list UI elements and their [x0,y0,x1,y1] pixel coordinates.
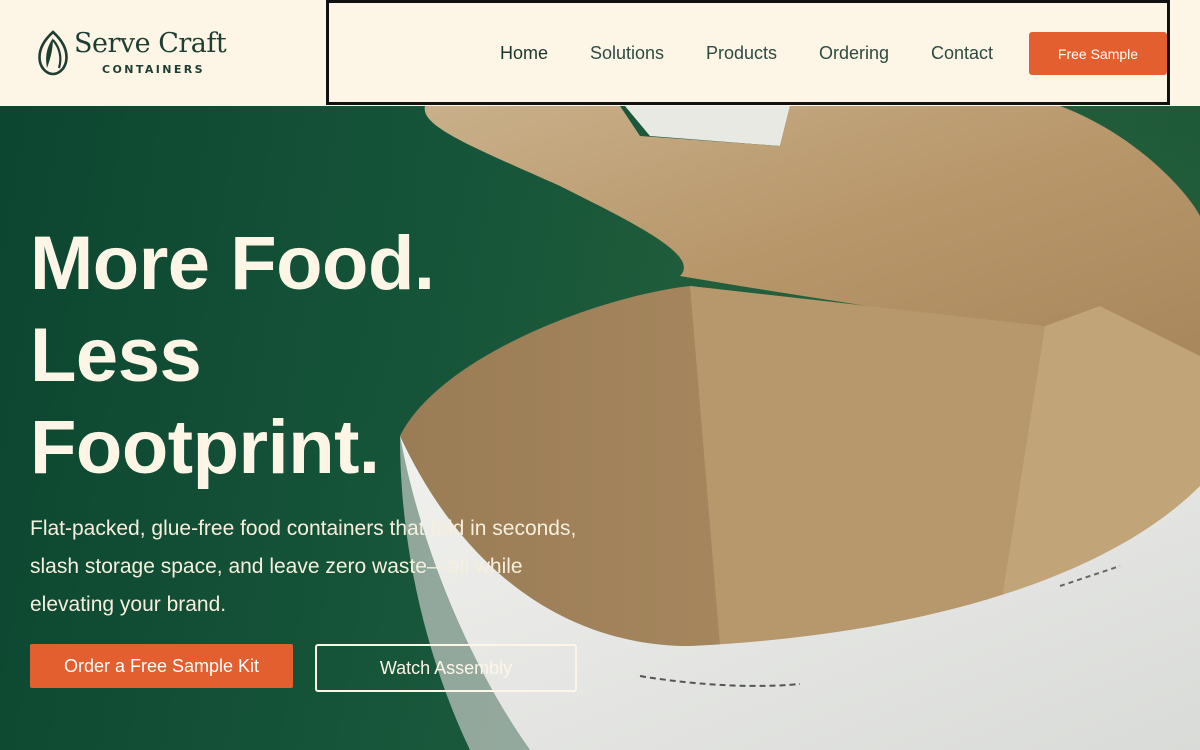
main-nav: Home Solutions Products Ordering Contact… [326,0,1170,105]
brand-name: Serve Craft [74,28,227,59]
brand-tagline: CONTAINERS [102,63,205,76]
nav-home[interactable]: Home [500,43,548,64]
nav-contact[interactable]: Contact [931,43,993,64]
site-header: Serve Craft CONTAINERS Home Solutions Pr… [0,0,1200,106]
headline-line-1: More Food. [30,221,435,306]
nav-products[interactable]: Products [706,43,777,64]
hero-headline: More Food. Less Footprint. [30,218,550,494]
order-sample-kit-button[interactable]: Order a Free Sample Kit [30,644,293,688]
logo[interactable]: Serve Craft CONTAINERS [36,28,266,80]
hero-description: Flat-packed, glue-free food containers t… [30,517,577,616]
free-sample-button[interactable]: Free Sample [1029,32,1167,75]
watch-assembly-button[interactable]: Watch Assembly [315,644,577,692]
headline-line-3: Footprint. [30,405,380,490]
hero-section: More Food. Less Footprint. Flat-packed, … [0,106,1200,750]
headline-line-2: Less [30,313,202,398]
leaf-icon [38,30,68,76]
nav-ordering[interactable]: Ordering [819,43,889,64]
nav-solutions[interactable]: Solutions [590,43,664,64]
